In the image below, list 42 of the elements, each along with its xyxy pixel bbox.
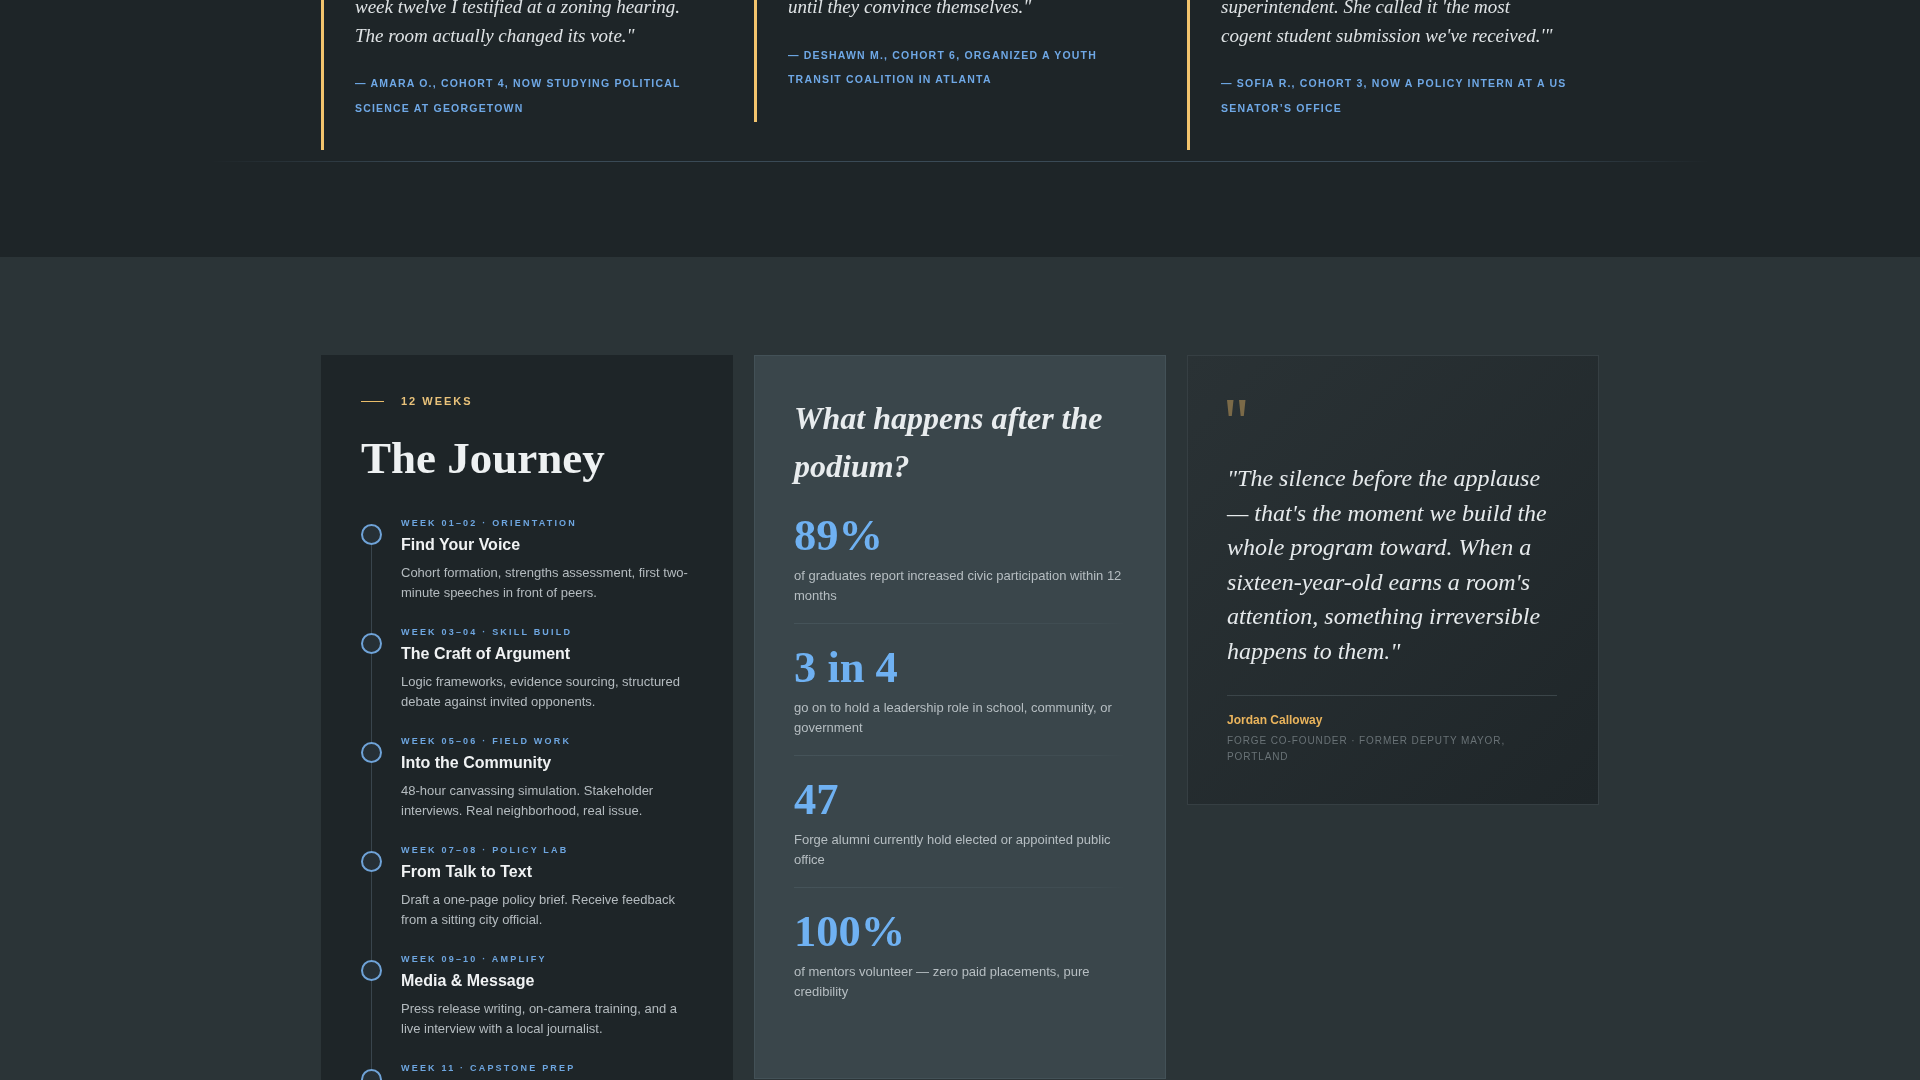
stat-value: 89% (794, 510, 884, 560)
step-description: Cohort formation, strengths assessment, first two-minute speeches in front of peers. (401, 564, 689, 602)
step-title: Into the Community (401, 753, 553, 773)
step-label: WEEK 05–06 · FIELD WORK (401, 735, 573, 747)
speaker-name: Jordan Calloway (1227, 712, 1324, 728)
step-label: WEEK 01–02 · ORIENTATION (401, 517, 578, 529)
testimonial-quote: until they convince themselves." (788, 0, 1033, 19)
stat-value: 100% (794, 906, 907, 956)
step-title: The Craft of Argument (401, 644, 572, 664)
step-description: Logic frameworks, evidence sourcing, structured debate against invited opponents. (401, 673, 681, 711)
step-description: Draft a one-page policy brief. Receive feedback from a sitting city official. (401, 891, 676, 929)
testimonial-attribution: — SOFIA R., COHORT 3, NOW A POLICY INTERN AT A US SENATOR’S OFFICE (1221, 76, 1568, 116)
quote-mark-icon (1227, 400, 1246, 416)
journey-title: The Journey (361, 432, 606, 485)
step-label: WEEK 11 · CAPSTONE PREP (401, 1062, 577, 1074)
accent-line (361, 400, 384, 402)
testimonial-attribution: — AMARA O., COHORT 4, NOW STUDYING POLITICAL SCIENCE AT GEORGETOWN (355, 76, 682, 116)
step-description: 48-hour canvassing simulation. Stakeholder interviews. Real neighborhood, real issue. (401, 782, 655, 820)
ring-icon (360, 524, 382, 545)
step-title: Find Your Voice (401, 535, 522, 555)
step-description: Press release writing, on-camera training, and a live interview with a local journalist. (401, 1000, 679, 1038)
step-title: From Talk to Text (401, 862, 533, 882)
ring-icon (360, 960, 382, 981)
step-label: WEEK 09–10 · AMPLIFY (401, 953, 548, 965)
eyebrow-label: 12 WEEKS (401, 395, 473, 407)
stat-description: of graduates report increased civic participation within 12 months (794, 567, 1123, 605)
testimonial-attribution: — DESHAWN M., COHORT 6, ORGANIZED A YOUTH TRANSIT COALITION IN ATLANTA (788, 47, 1098, 87)
speaker-role: FORGE CO-FOUNDER · FORMER DEPUTY MAYOR, PORTLAND (1227, 734, 1507, 764)
ring-icon (360, 742, 382, 763)
step-title: Media & Message (401, 971, 536, 991)
stat-description: go on to hold a leadership role in school, community, or government (794, 699, 1113, 737)
ring-icon (360, 851, 382, 872)
step-label: WEEK 03–04 · SKILL BUILD (401, 626, 574, 638)
spotlight-quote: "The silence before the applause — that's the moment we build the whole program toward. When a sixteen-year-old earns a room's attention, something irreversible happens to them." (1227, 464, 1548, 666)
stat-value: 47 (794, 774, 840, 824)
testimonial-quote: superintendent. She called it 'the most cogent student submission we've received.'" (1221, 0, 1554, 48)
ring-icon (360, 633, 382, 654)
stat-description: Forge alumni currently hold elected or appointed public office (794, 831, 1112, 869)
testimonial-quote: week twelve I testified at a zoning hearing. The room actually changed its vote." (355, 0, 682, 48)
stat-value: 3 in 4 (794, 642, 899, 692)
stat-description: of mentors volunteer — zero paid placements, pure credibility (794, 963, 1091, 1001)
step-label: WEEK 07–08 · POLICY LAB (401, 844, 570, 856)
